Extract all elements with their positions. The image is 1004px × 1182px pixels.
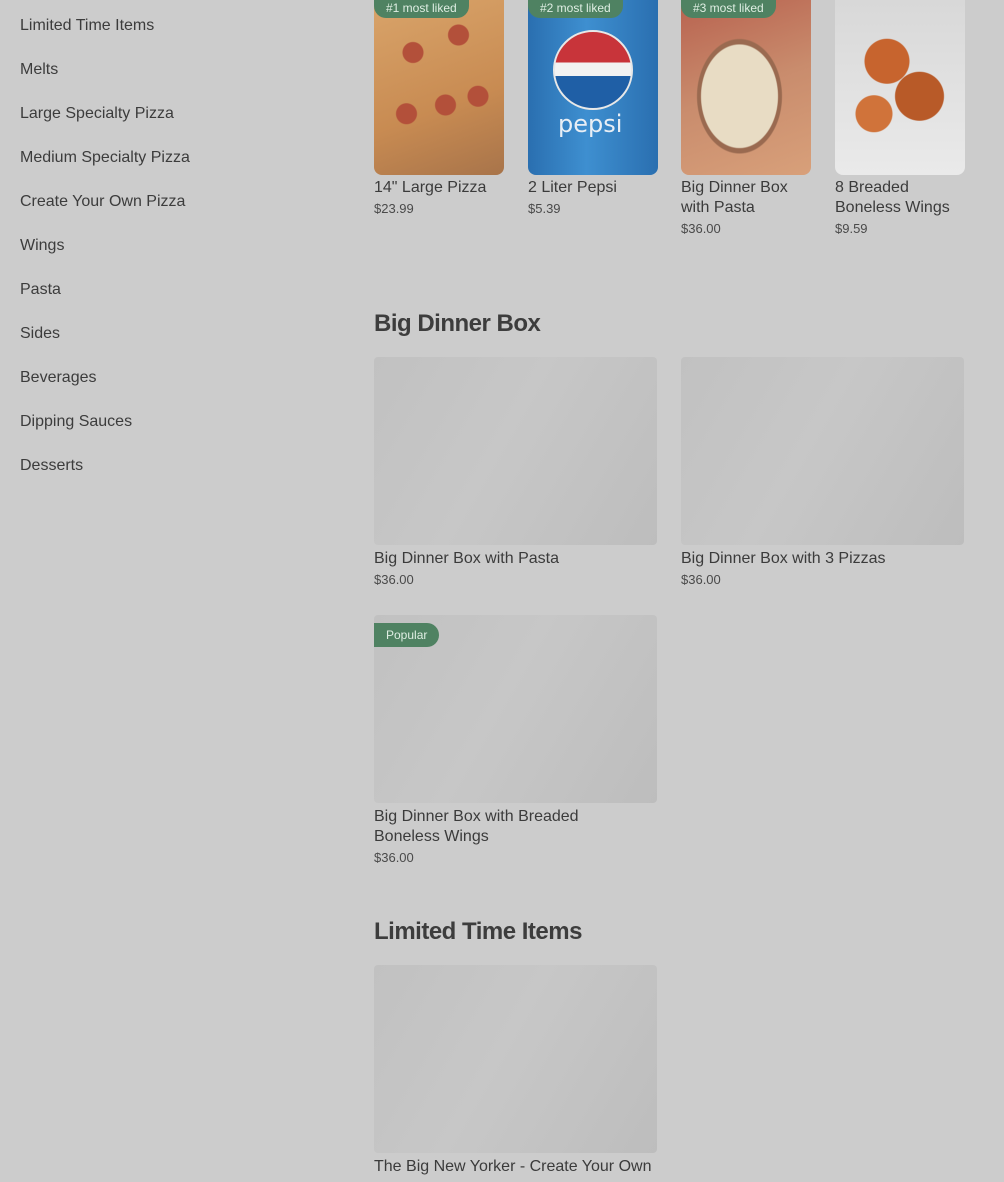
most-liked-card[interactable]: #1 most liked 14" Large Pizza $23.99 <box>374 0 504 217</box>
menu-item-card[interactable]: Popular Big Dinner Box with Breaded Bone… <box>374 615 657 866</box>
sidebar-item-limited-time-items[interactable]: Limited Time Items <box>20 16 320 60</box>
item-price: $36.00 <box>681 221 721 236</box>
sidebar-item-melts[interactable]: Melts <box>20 60 320 104</box>
menu-item-card[interactable]: The Big New Yorker - Create Your Own <box>374 965 657 1177</box>
menu-item-card[interactable]: Big Dinner Box with 3 Pizzas $36.00 <box>681 357 964 588</box>
menu-item-card[interactable]: Big Dinner Box with Pasta $36.00 <box>374 357 657 588</box>
popular-badge: Popular <box>374 623 440 647</box>
item-name: 2 Liter Pepsi <box>528 179 617 196</box>
item-name: 8 Breaded Boneless Wings <box>835 179 950 216</box>
most-liked-card[interactable]: #3 most liked Big Dinner Box with Pasta … <box>681 0 811 237</box>
most-liked-badge: #1 most liked <box>374 0 469 18</box>
most-liked-badge: #2 most liked <box>528 0 623 18</box>
item-image-placeholder <box>374 965 657 1153</box>
section-title-limited-time-items: Limited Time Items <box>374 918 582 945</box>
pepsi-logo-text: pepsi <box>558 110 623 138</box>
most-liked-badge: #3 most liked <box>681 0 776 18</box>
sidebar-item-desserts[interactable]: Desserts <box>20 456 320 500</box>
sidebar-item-create-your-own-pizza[interactable]: Create Your Own Pizza <box>20 192 320 236</box>
item-name: The Big New Yorker - Create Your Own <box>374 1158 652 1175</box>
item-name: Big Dinner Box with Pasta <box>374 550 559 567</box>
wings-image <box>835 0 965 175</box>
dinner-box-image: #3 most liked <box>681 0 811 175</box>
pepsi-logo-icon <box>553 30 633 110</box>
item-price: $5.39 <box>528 201 561 216</box>
item-image-placeholder <box>374 357 657 545</box>
category-sidebar: Limited Time Items Melts Large Specialty… <box>20 16 320 500</box>
item-price: $36.00 <box>374 572 414 587</box>
sidebar-item-beverages[interactable]: Beverages <box>20 368 320 412</box>
item-price: $9.59 <box>835 221 868 236</box>
sidebar-item-dipping-sauces[interactable]: Dipping Sauces <box>20 412 320 456</box>
sidebar-item-large-specialty-pizza[interactable]: Large Specialty Pizza <box>20 104 320 148</box>
sidebar-item-sides[interactable]: Sides <box>20 324 320 368</box>
item-name: Big Dinner Box with Breaded Boneless Win… <box>374 808 579 845</box>
most-liked-card[interactable]: 8 Breaded Boneless Wings $9.59 <box>835 0 965 237</box>
item-name: Big Dinner Box with 3 Pizzas <box>681 550 886 567</box>
sidebar-item-medium-specialty-pizza[interactable]: Medium Specialty Pizza <box>20 148 320 192</box>
section-title-big-dinner-box: Big Dinner Box <box>374 310 541 337</box>
item-image-placeholder: Popular <box>374 615 657 803</box>
item-price: $36.00 <box>374 850 414 865</box>
item-name: 14" Large Pizza <box>374 179 487 196</box>
most-liked-card[interactable]: #2 most liked pepsi 2 Liter Pepsi $5.39 <box>528 0 658 217</box>
pepsi-bottle-image: #2 most liked pepsi <box>528 0 658 175</box>
pizza-image: #1 most liked <box>374 0 504 175</box>
sidebar-item-wings[interactable]: Wings <box>20 236 320 280</box>
most-liked-carousel: #1 most liked 14" Large Pizza $23.99 #2 … <box>374 0 965 260</box>
item-name: Big Dinner Box with Pasta <box>681 179 788 216</box>
item-price: $36.00 <box>681 572 721 587</box>
item-image-placeholder <box>681 357 964 545</box>
item-price: $23.99 <box>374 201 414 216</box>
sidebar-item-pasta[interactable]: Pasta <box>20 280 320 324</box>
